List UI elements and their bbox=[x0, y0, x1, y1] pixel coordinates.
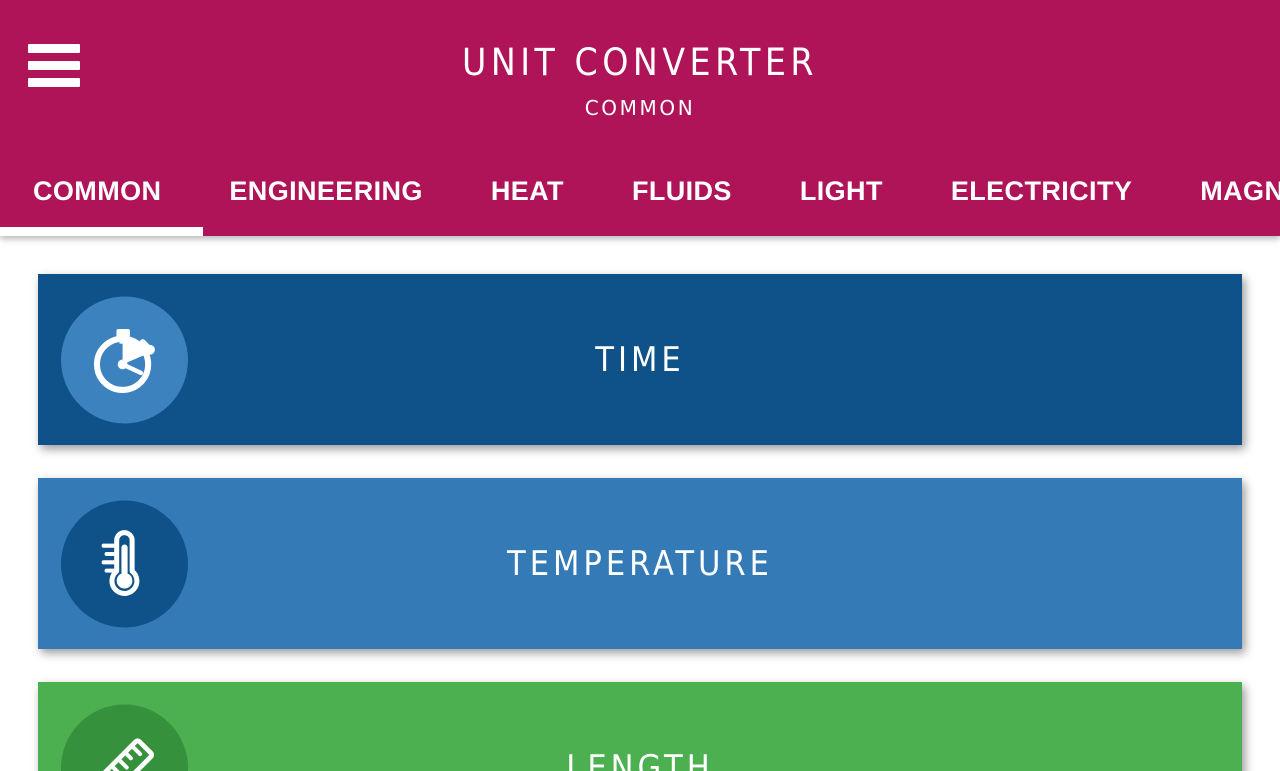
hamburger-menu-icon[interactable] bbox=[28, 42, 80, 87]
category-card-time[interactable]: Time bbox=[38, 274, 1242, 445]
page-subtitle: Common bbox=[584, 96, 696, 120]
tab-label: Engineering bbox=[229, 176, 423, 206]
active-tab-indicator bbox=[0, 227, 203, 236]
hamburger-bar bbox=[28, 44, 80, 53]
app-header: Unit Converter Common Common Engineering… bbox=[0, 0, 1280, 236]
hamburger-bar bbox=[28, 78, 80, 87]
category-card-length[interactable]: Length bbox=[38, 682, 1242, 771]
tab-label: Light bbox=[799, 176, 883, 206]
tab-light[interactable]: Light bbox=[800, 155, 915, 227]
ruler-icon bbox=[61, 704, 188, 771]
hamburger-bar bbox=[28, 61, 80, 70]
tab-common[interactable]: Common bbox=[33, 155, 193, 227]
tab-magnetism[interactable]: Magnetism bbox=[1200, 155, 1280, 227]
title-block: Unit Converter Common bbox=[0, 40, 1280, 124]
category-list: Time Temperature bbox=[0, 236, 1280, 771]
tab-heat[interactable]: Heat bbox=[491, 155, 596, 227]
tab-bar[interactable]: Common Engineering Heat Fluids Light Ele… bbox=[0, 155, 1280, 236]
tab-label: Magnetism bbox=[1200, 176, 1280, 206]
card-title: Time bbox=[595, 339, 685, 380]
tab-engineering[interactable]: Engineering bbox=[229, 155, 454, 227]
tab-fluids[interactable]: Fluids bbox=[632, 155, 764, 227]
page-title: Unit Converter bbox=[461, 41, 819, 84]
tab-list: Common Engineering Heat Fluids Light Ele… bbox=[0, 155, 1280, 236]
tab-label: Heat bbox=[490, 176, 564, 206]
tab-electricity[interactable]: Electricity bbox=[951, 155, 1164, 227]
card-title: Temperature bbox=[507, 543, 773, 584]
stopwatch-icon bbox=[61, 296, 188, 423]
tab-label: Electricity bbox=[950, 176, 1133, 206]
tab-label: Common bbox=[33, 176, 162, 206]
thermometer-icon bbox=[61, 500, 188, 627]
unit-converter-app: Unit Converter Common Common Engineering… bbox=[0, 0, 1280, 771]
card-title: Length bbox=[566, 747, 714, 771]
category-card-temperature[interactable]: Temperature bbox=[38, 478, 1242, 649]
tab-label: Fluids bbox=[631, 176, 732, 206]
